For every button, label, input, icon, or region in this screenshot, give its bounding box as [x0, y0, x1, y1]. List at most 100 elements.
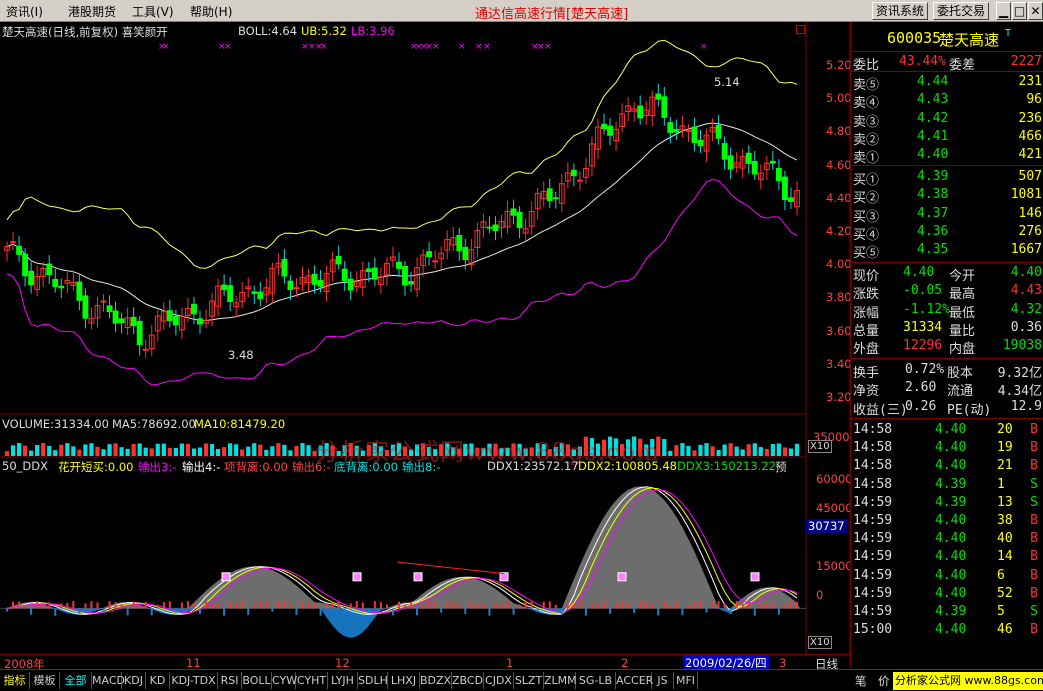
- tab-cyw[interactable]: CYW: [272, 672, 297, 689]
- t-flag: T: [1005, 28, 1012, 39]
- tab-bi[interactable]: 笔: [855, 673, 867, 689]
- tick-direction: B: [1030, 622, 1038, 638]
- stat-value: -0.05: [903, 283, 943, 299]
- indicator-x10[interactable]: X10: [808, 636, 832, 649]
- tab-lyjh[interactable]: LYJH: [328, 672, 358, 689]
- ddx-histogram-bar: [235, 603, 238, 609]
- candle-body: [28, 270, 35, 286]
- bid-row: 买② 4.38 1081: [851, 186, 1043, 206]
- volume-bar: [185, 443, 191, 456]
- tab-accer[interactable]: ACCER: [616, 672, 653, 689]
- volume-bar: [65, 443, 70, 456]
- tick-time: 14:58: [853, 476, 893, 492]
- tab-slzt[interactable]: SLZT: [514, 672, 544, 689]
- fin-value: 2.60: [905, 380, 937, 396]
- tab-macd[interactable]: MACD: [92, 672, 125, 689]
- tick-time: 14:58: [853, 422, 893, 437]
- volume-bar: [125, 448, 130, 456]
- tab-mfi[interactable]: MFI: [674, 672, 698, 689]
- tab-zlmm[interactable]: ZLMM: [544, 672, 577, 689]
- boll-lower-line: [6, 178, 798, 386]
- tab-kdj[interactable]: KDJ: [122, 672, 146, 689]
- candle-body: [745, 152, 752, 164]
- candle-body: [691, 126, 698, 144]
- ddx-histogram-bar: [90, 601, 93, 609]
- candle-body: [341, 268, 348, 282]
- candle-body: [486, 226, 493, 229]
- candle-body: [510, 208, 517, 216]
- ddx-histogram-bar: [765, 603, 768, 609]
- ask-price: 4.44: [917, 74, 949, 89]
- tab-全部[interactable]: 全部: [60, 672, 92, 689]
- tab-kdj-tdx[interactable]: KDJ-TDX: [170, 672, 218, 689]
- tab-cyht[interactable]: CYHT: [296, 672, 328, 689]
- tab-rsi[interactable]: RSI: [218, 672, 242, 689]
- ddx-histogram-bar: [36, 601, 39, 609]
- ddx-histogram-bar: [60, 603, 63, 609]
- candle-body: [106, 305, 113, 313]
- tab-sdlh[interactable]: SDLH: [358, 672, 388, 689]
- menu-tools[interactable]: 工具(V): [132, 3, 174, 20]
- candle-body: [788, 197, 794, 202]
- tab-模板[interactable]: 模板: [30, 672, 60, 689]
- candle-body: [426, 251, 433, 258]
- tab-jia[interactable]: 价: [878, 673, 890, 689]
- tab-bdzx[interactable]: BDZX: [420, 672, 452, 689]
- volume-label: VOLUME:31334.00: [2, 417, 109, 431]
- tick-price: 4.40: [935, 531, 967, 547]
- signal-marker: ×: [432, 42, 440, 52]
- tab-zbcd[interactable]: ZBCD: [452, 672, 484, 689]
- ask-volume: 466: [1018, 128, 1042, 144]
- trade-button[interactable]: 委托交易: [933, 2, 989, 20]
- maximize-icon[interactable]: □: [1012, 2, 1027, 20]
- chart-area[interactable]: × × × × × × × × × × × × × × × × × × × × 楚天高速(日线,前复权) 喜笑颜开 B…: [0, 22, 853, 654]
- quote-panel: 600035 楚天高速 T 委比 43.44% 委差 2227 卖⑤ 4.44 231 卖④ 4…: [850, 22, 1043, 668]
- ddx-histogram-bar: [663, 601, 666, 609]
- candle-body: [16, 245, 22, 255]
- close-icon[interactable]: ✕: [1028, 2, 1043, 20]
- menu-hk-futures[interactable]: 港股期货: [68, 3, 116, 20]
- volume-x10[interactable]: X10: [808, 440, 832, 453]
- menu-info[interactable]: 资讯(I): [6, 3, 43, 20]
- ddx-histogram-bar: [578, 602, 581, 609]
- ddx-histogram-bar: [771, 601, 774, 609]
- candle-body: [667, 122, 674, 134]
- tab-sg-lb[interactable]: SG-LB: [576, 672, 616, 689]
- tick-price: 4.40: [935, 513, 967, 528]
- candle-body: [197, 318, 203, 325]
- signal-marker: ×: [544, 42, 552, 52]
- stat-label: 涨跌: [853, 287, 880, 303]
- panel-restore-icon[interactable]: [796, 25, 805, 34]
- volume-bar: [692, 450, 697, 456]
- volume-bar: [288, 450, 293, 456]
- info-system-button[interactable]: 资讯系统: [872, 2, 928, 20]
- stat-value: 0.36: [1010, 319, 1042, 335]
- volume-bar: [209, 444, 215, 456]
- ddx-histogram-bar: [319, 608, 322, 616]
- ddx-histogram-bar: [367, 608, 370, 613]
- ddx-histogram-bar: [150, 608, 153, 616]
- candle-body: [221, 284, 228, 291]
- ask-label: 卖③: [853, 114, 880, 130]
- ddx-histogram-bar: [669, 605, 672, 609]
- tab-指标[interactable]: 指标: [0, 672, 30, 689]
- minimize-icon[interactable]: ▁: [996, 2, 1011, 20]
- fin-label: 净资: [853, 384, 880, 400]
- ask-price: 4.42: [917, 110, 949, 126]
- tab-kd[interactable]: KD: [146, 672, 170, 689]
- time-label-11: 11: [186, 656, 201, 670]
- chart-canvas: ×× ×× × × ×× ×××× × × × × ×× × ×: [0, 22, 807, 654]
- menu-help[interactable]: 帮助(H): [190, 3, 232, 20]
- candle-body: [661, 96, 668, 118]
- tab-cjdx[interactable]: CJDX: [484, 672, 514, 689]
- ddx-histogram-bar: [681, 608, 684, 616]
- ddx-histogram-bar: [180, 602, 183, 609]
- bid-volume: 276: [1018, 223, 1042, 239]
- weicha-value: 2227: [1010, 54, 1042, 69]
- tab-lhxj[interactable]: LHXJ: [388, 672, 420, 689]
- tab-js[interactable]: JS: [652, 672, 674, 689]
- volume-bar: [306, 445, 311, 456]
- ddx-histogram-bar: [265, 601, 268, 609]
- volume-bar: [59, 444, 64, 456]
- tab-boll[interactable]: BOLL: [242, 672, 272, 689]
